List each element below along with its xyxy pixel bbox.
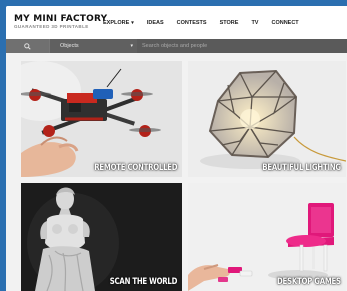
category-tile-desktop-games[interactable]: DESKTOP GAMES	[188, 183, 346, 291]
tile-label: SCAN THE WORLD	[109, 277, 178, 287]
nav-connect[interactable]: CONNECT	[271, 20, 298, 26]
logo-title: MY MINI FACTORY	[14, 14, 108, 24]
pink-chair-image	[188, 183, 346, 291]
nav-explore[interactable]: EXPLORE ▾	[103, 20, 134, 26]
main-nav: EXPLORE ▾ IDEAS CONTESTS STORE TV CONNECT	[103, 20, 312, 26]
logo-tagline: GUARANTEED 3D PRINTABLE	[14, 24, 89, 29]
quadcopter-image	[21, 61, 182, 177]
page-frame: MY MINI FACTORY GUARANTEED 3D PRINTABLE …	[6, 6, 347, 291]
category-select-value: Objects	[60, 43, 79, 49]
category-select[interactable]: Objects ▾	[49, 39, 137, 53]
search-button[interactable]	[6, 39, 49, 53]
top-navigation-bar: MY MINI FACTORY GUARANTEED 3D PRINTABLE …	[6, 6, 347, 39]
search-input[interactable]	[137, 39, 347, 53]
category-tile-beautiful-lighting[interactable]: BEAUTIFUL LIGHTING	[188, 61, 346, 177]
nav-tv[interactable]: TV	[251, 20, 258, 26]
tile-label: BEAUTIFUL LIGHTING	[262, 163, 341, 173]
category-tile-scan-the-world[interactable]: SCAN THE WORLD	[21, 183, 182, 291]
chevron-down-icon: ▾	[131, 20, 134, 26]
search-icon	[24, 42, 31, 50]
nav-explore-label: EXPLORE	[103, 20, 130, 26]
tile-label: DESKTOP GAMES	[277, 277, 341, 287]
nav-store[interactable]: STORE	[220, 20, 239, 26]
venus-statue-image	[21, 183, 182, 291]
site-logo[interactable]: MY MINI FACTORY GUARANTEED 3D PRINTABLE	[14, 15, 107, 30]
category-tile-remote-controlled[interactable]: REMOTE CONTROLLED	[21, 61, 182, 177]
nav-ideas[interactable]: IDEAS	[147, 20, 164, 26]
nav-contests[interactable]: CONTESTS	[177, 20, 207, 26]
chevron-down-icon: ▾	[130, 43, 133, 49]
geometric-lamp-image	[188, 61, 346, 177]
tile-label: REMOTE CONTROLLED	[93, 163, 177, 173]
search-bar: Objects ▾	[6, 39, 347, 53]
